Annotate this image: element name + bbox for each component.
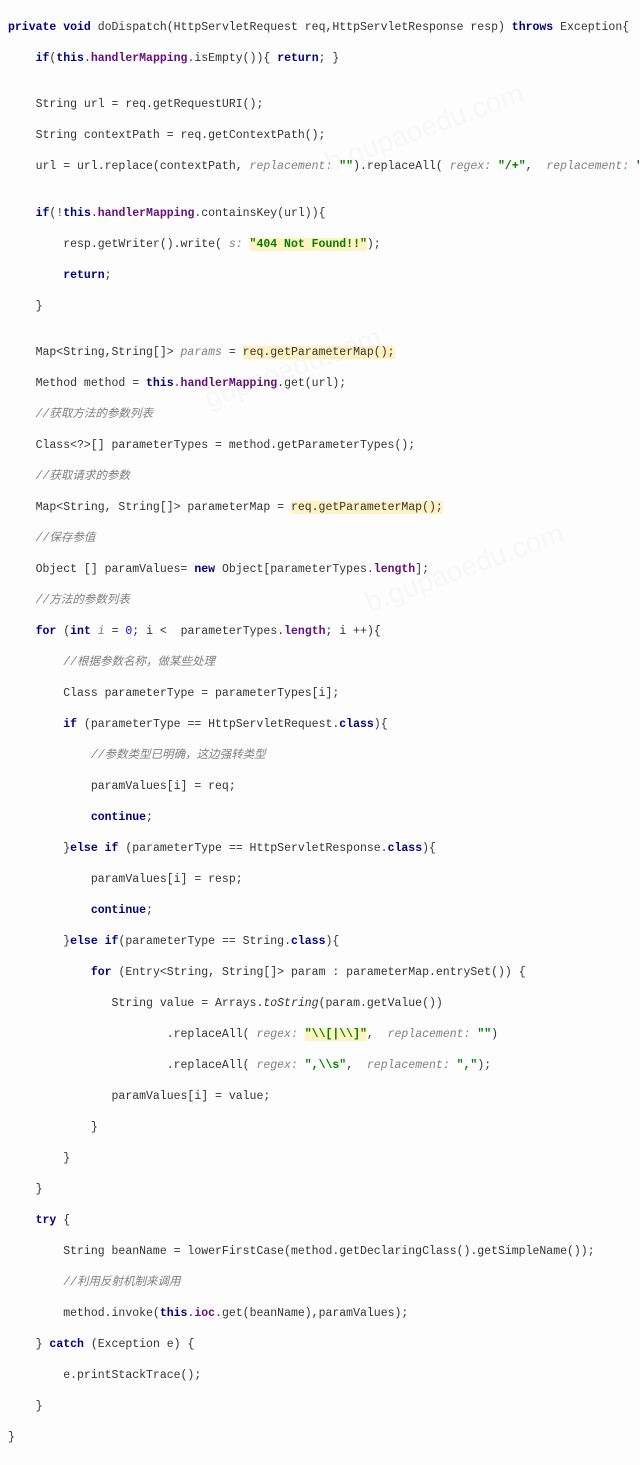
code-block: private void doDispatch(HttpServletReque…	[0, 0, 640, 1465]
